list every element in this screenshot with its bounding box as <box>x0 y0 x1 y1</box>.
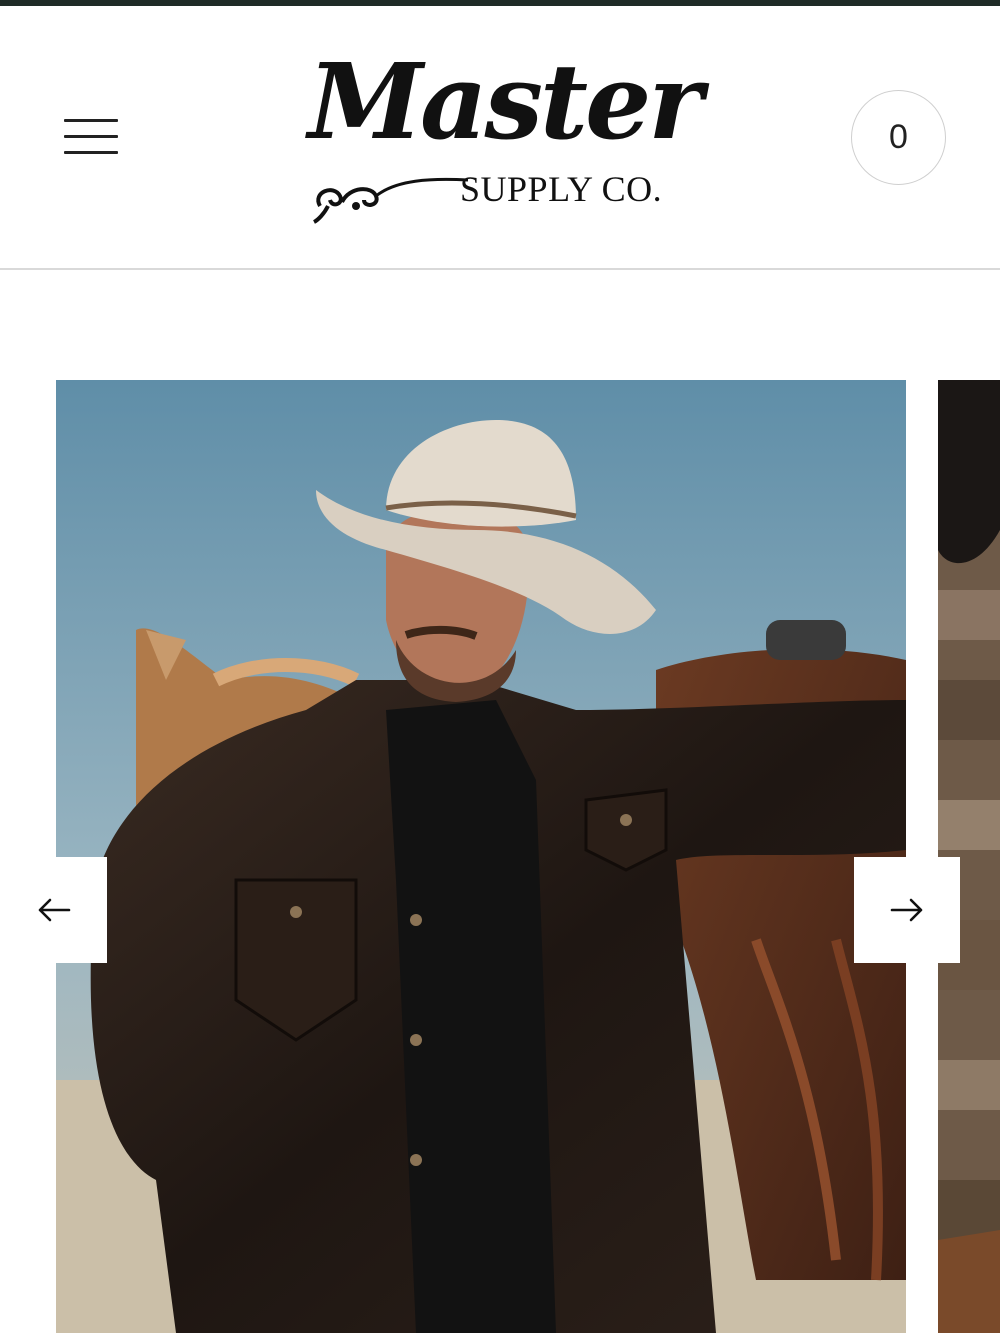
arrow-right-icon <box>890 898 923 922</box>
cart-button[interactable]: 0 <box>851 90 946 185</box>
hamburger-menu-icon[interactable] <box>60 111 122 161</box>
cowboy-photo <box>56 380 906 1333</box>
carousel-slide-image[interactable] <box>56 380 906 1333</box>
arrow-left-icon <box>38 898 71 922</box>
site-header: Master SUPPLY CO. 0 <box>0 6 1000 270</box>
menu-line <box>64 135 118 138</box>
brand-logo[interactable]: Master SUPPLY CO. <box>308 40 703 230</box>
carousel-next-button[interactable] <box>854 857 960 963</box>
menu-line <box>64 151 118 154</box>
logo-script-text: Master <box>308 40 703 163</box>
product-carousel <box>0 380 1000 1333</box>
logo-subtitle: SUPPLY CO. <box>460 169 663 209</box>
menu-line <box>64 119 118 122</box>
logo-flourish-icon <box>312 177 469 224</box>
carousel-prev-button[interactable] <box>1 857 107 963</box>
cart-count: 0 <box>889 118 908 156</box>
